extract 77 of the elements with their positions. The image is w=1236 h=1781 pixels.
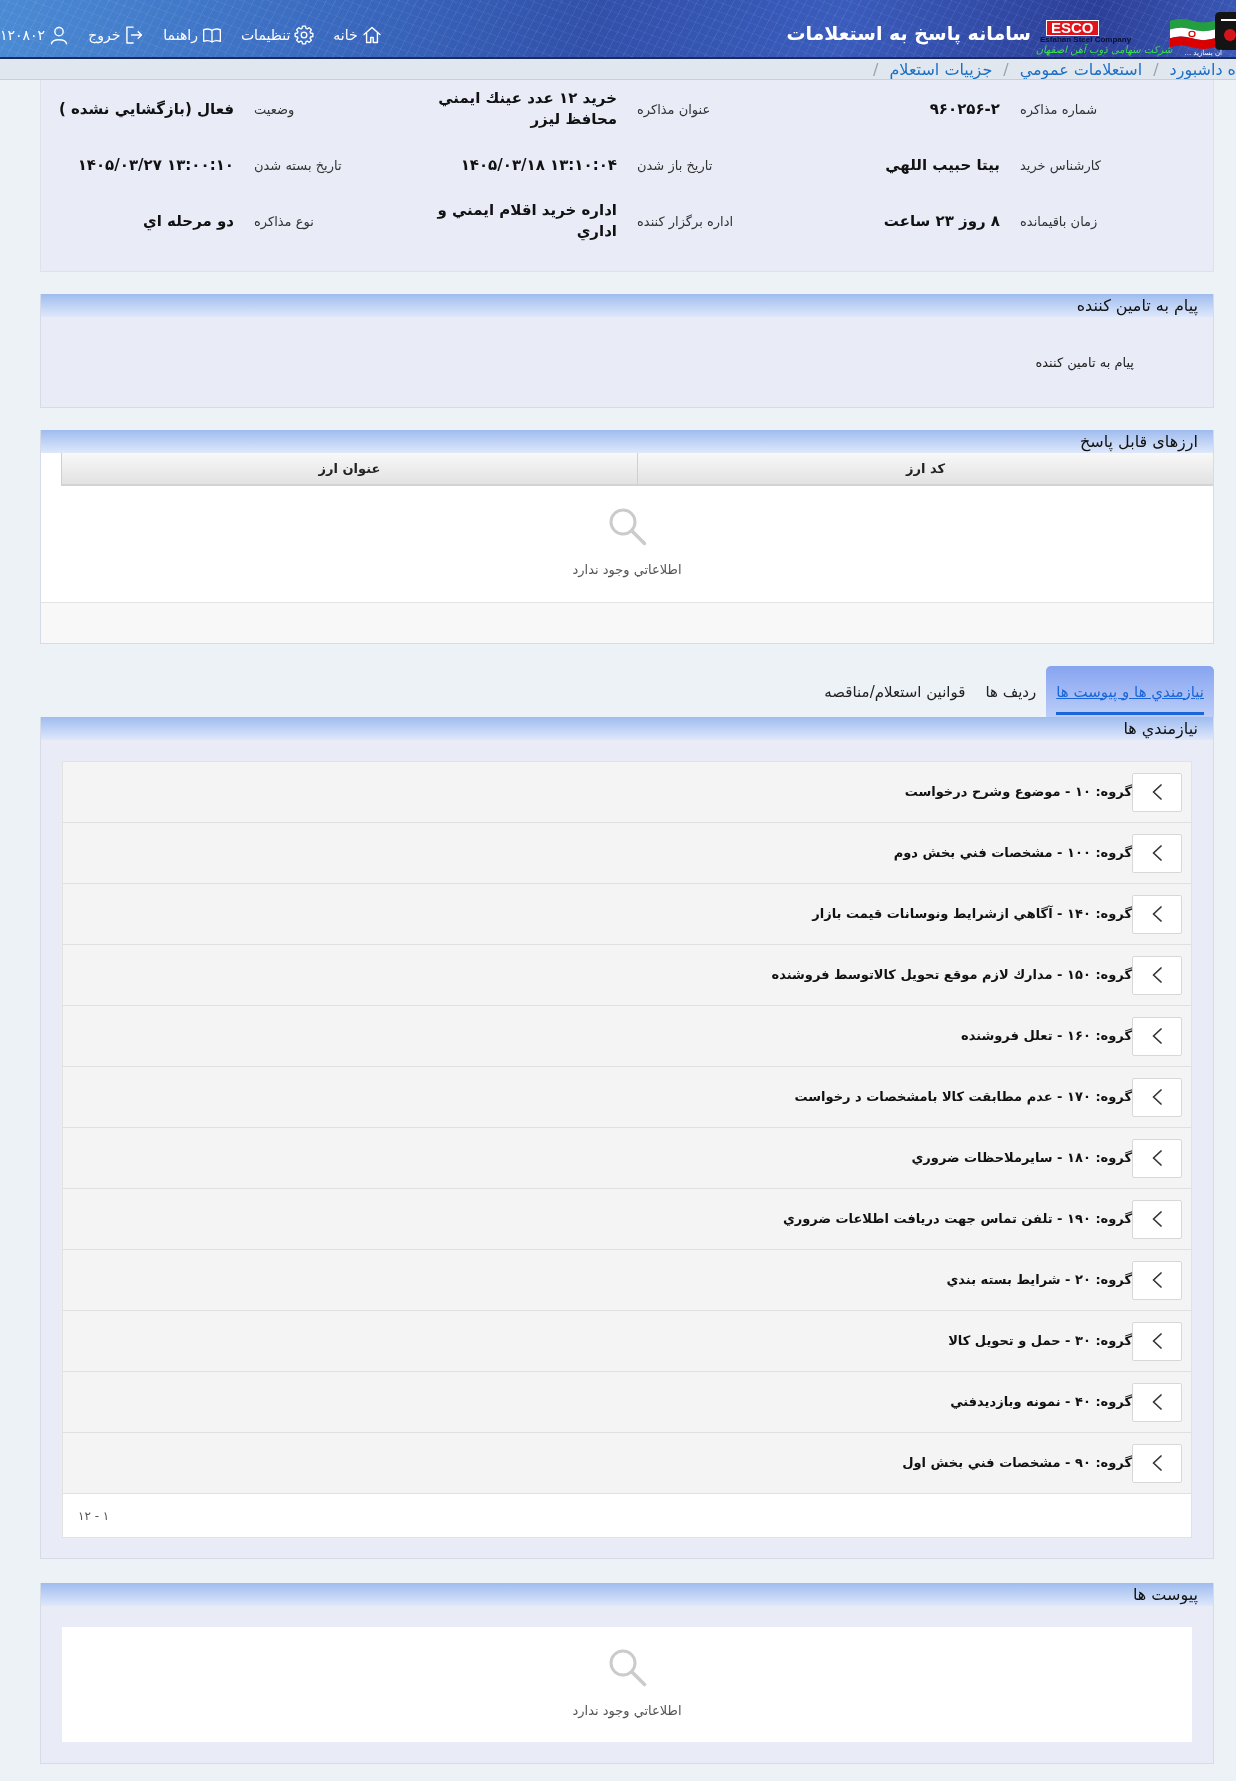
expand-button[interactable] (1132, 1382, 1182, 1422)
field-value: خريد ۱۲ عدد عينك ايمني محافظ ليزر (437, 88, 617, 130)
expand-button[interactable] (1132, 1443, 1182, 1483)
group-title: گروه: ۱۰۰ - مشخصات فني بخش دوم (893, 844, 1132, 862)
expand-button[interactable] (1132, 894, 1182, 934)
emblem-icon (1215, 12, 1236, 50)
expand-button[interactable] (1132, 1077, 1182, 1117)
column-header: عنوان ارز (62, 453, 638, 484)
group-title: گروه: ۱۶۰ - تعلل فروشنده (961, 1027, 1132, 1045)
breadcrumb-separator: / (1003, 59, 1009, 79)
field-label: نوع مذاکره (254, 213, 315, 229)
field-value: ۱۴۰۵/۰۳/۲۷ ۱۳:۰۰:۱۰ (77, 154, 234, 176)
field-label: کارشناس خريد (1020, 157, 1102, 173)
user-icon (49, 24, 70, 45)
field-label: شماره مذاکره (1020, 101, 1099, 117)
field-label: تاريخ بسته شدن (254, 157, 343, 173)
field-value: ۹۶۰۲۵۶-۲ (929, 98, 1000, 120)
nav-link[interactable]: خروج (88, 24, 145, 45)
group-title: گروه: ۱۰ - موضوع وشرح درخواست (904, 783, 1132, 801)
breadcrumb-link[interactable]: جزييات استعلام (889, 59, 993, 79)
empty-message: اطلاعاتي وجود ندارد (572, 561, 682, 579)
settings-icon (294, 24, 315, 45)
tab[interactable]: رديف ها (975, 666, 1047, 717)
group-title: گروه: ۱۸۰ - سايرملاحظات ضروري (911, 1149, 1132, 1167)
field-value: بيتا حبيب اللهي (885, 154, 1000, 176)
group-title: گروه: ۹۰ - مشخصات فني بخش اول (902, 1454, 1132, 1472)
empty-message: اطلاعاتي وجود ندارد (572, 1702, 682, 1720)
expand-button[interactable] (1132, 1016, 1182, 1056)
pager-text: ۱ - ۱۲ (78, 1508, 110, 1523)
tab[interactable]: نيازمندي ها و پيوست ها (1046, 666, 1214, 717)
field-value: ۱۴۰۵/۰۳/۱۸ ۱۳:۱۰:۰۴ (460, 154, 617, 176)
breadcrumb-separator: / (873, 59, 879, 79)
home-icon (361, 24, 382, 45)
field-label: وضعيت (254, 101, 296, 117)
expand-button[interactable] (1132, 1321, 1182, 1361)
group-title: گروه: ۱۹۰ - تلفن تماس جهت دريافت اطلاعات ضروري (782, 1210, 1132, 1228)
message-text: پيام به تامين كننده (1035, 355, 1134, 370)
field-label: زمان باقيمانده (1020, 213, 1099, 229)
section-title: نيازمندي ها (1123, 718, 1198, 739)
section-title: ارزهای قابل پاسخ (1079, 431, 1198, 452)
magnifier-icon (607, 1647, 647, 1687)
logo-subtitle: Esfahan Steel Company (1040, 36, 1132, 44)
user-account-link[interactable]: ۱۲۰۸۰۲ (0, 24, 70, 45)
nav-link[interactable]: راهنما (163, 24, 222, 45)
field-label: عنوان مذاکره (637, 101, 712, 117)
magnifier-icon (607, 506, 647, 546)
nav-link[interactable]: خانه (333, 24, 382, 45)
group-title: گروه: ۱۴۰ - آگاهي ازشرايط ونوسانات قيمت بازار (812, 905, 1132, 923)
nav-link[interactable]: تنظيمات (240, 24, 315, 45)
field-value: دو مرحله اي (143, 210, 234, 232)
app-title: سامانه پاسخ به استعلامات (786, 21, 1031, 44)
field-label: تاريخ باز شدن (637, 157, 714, 173)
section-title: پيوست ها (1132, 1584, 1198, 1605)
field-value: ۸ روز ۲۳ ساعت (883, 210, 1000, 232)
group-title: گروه: ۱۷۰ - عدم مطابقت كالا بامشخصات د رخواست (794, 1088, 1132, 1106)
expand-button[interactable] (1132, 833, 1182, 873)
field-value: اداره خريد اقلام ايمني و اداري (436, 200, 617, 242)
group-title: گروه: ۴۰ - نمونه وبازديدفني (950, 1393, 1132, 1411)
group-title: گروه: ۲۰ - شرايط بسته بندي (946, 1271, 1132, 1289)
company-name: شرکت سهامی ذوب آهن اصفهان (1035, 44, 1173, 56)
section-title: پيام به تامين كننده (1076, 295, 1198, 316)
esco-logo: ESCO (1046, 20, 1099, 36)
field-label: اداره برگزار کننده (637, 213, 735, 229)
expand-button[interactable] (1132, 955, 1182, 995)
expand-button[interactable] (1132, 1138, 1182, 1178)
expand-button[interactable] (1132, 772, 1182, 812)
tab[interactable]: قوانين استعلام/مناقصه (814, 666, 976, 717)
breadcrumb-link[interactable]: استعلامات عمومي (1019, 59, 1143, 79)
field-value: فعال (بازگشايي نشده ) (58, 98, 234, 120)
logout-icon (124, 24, 145, 45)
breadcrumb-link[interactable]: ه داشبورد (1169, 59, 1236, 79)
breadcrumb-separator: / (1153, 59, 1159, 79)
column-header: كد ارز (904, 460, 946, 478)
expand-button[interactable] (1132, 1260, 1182, 1300)
group-title: گروه: ۱۵۰ - مدارك لازم موقع تحويل كالاتوسط فروشنده (771, 966, 1132, 984)
expand-button[interactable] (1132, 1199, 1182, 1239)
group-title: گروه: ۳۰ - حمل و تحويل كالا (948, 1332, 1132, 1350)
